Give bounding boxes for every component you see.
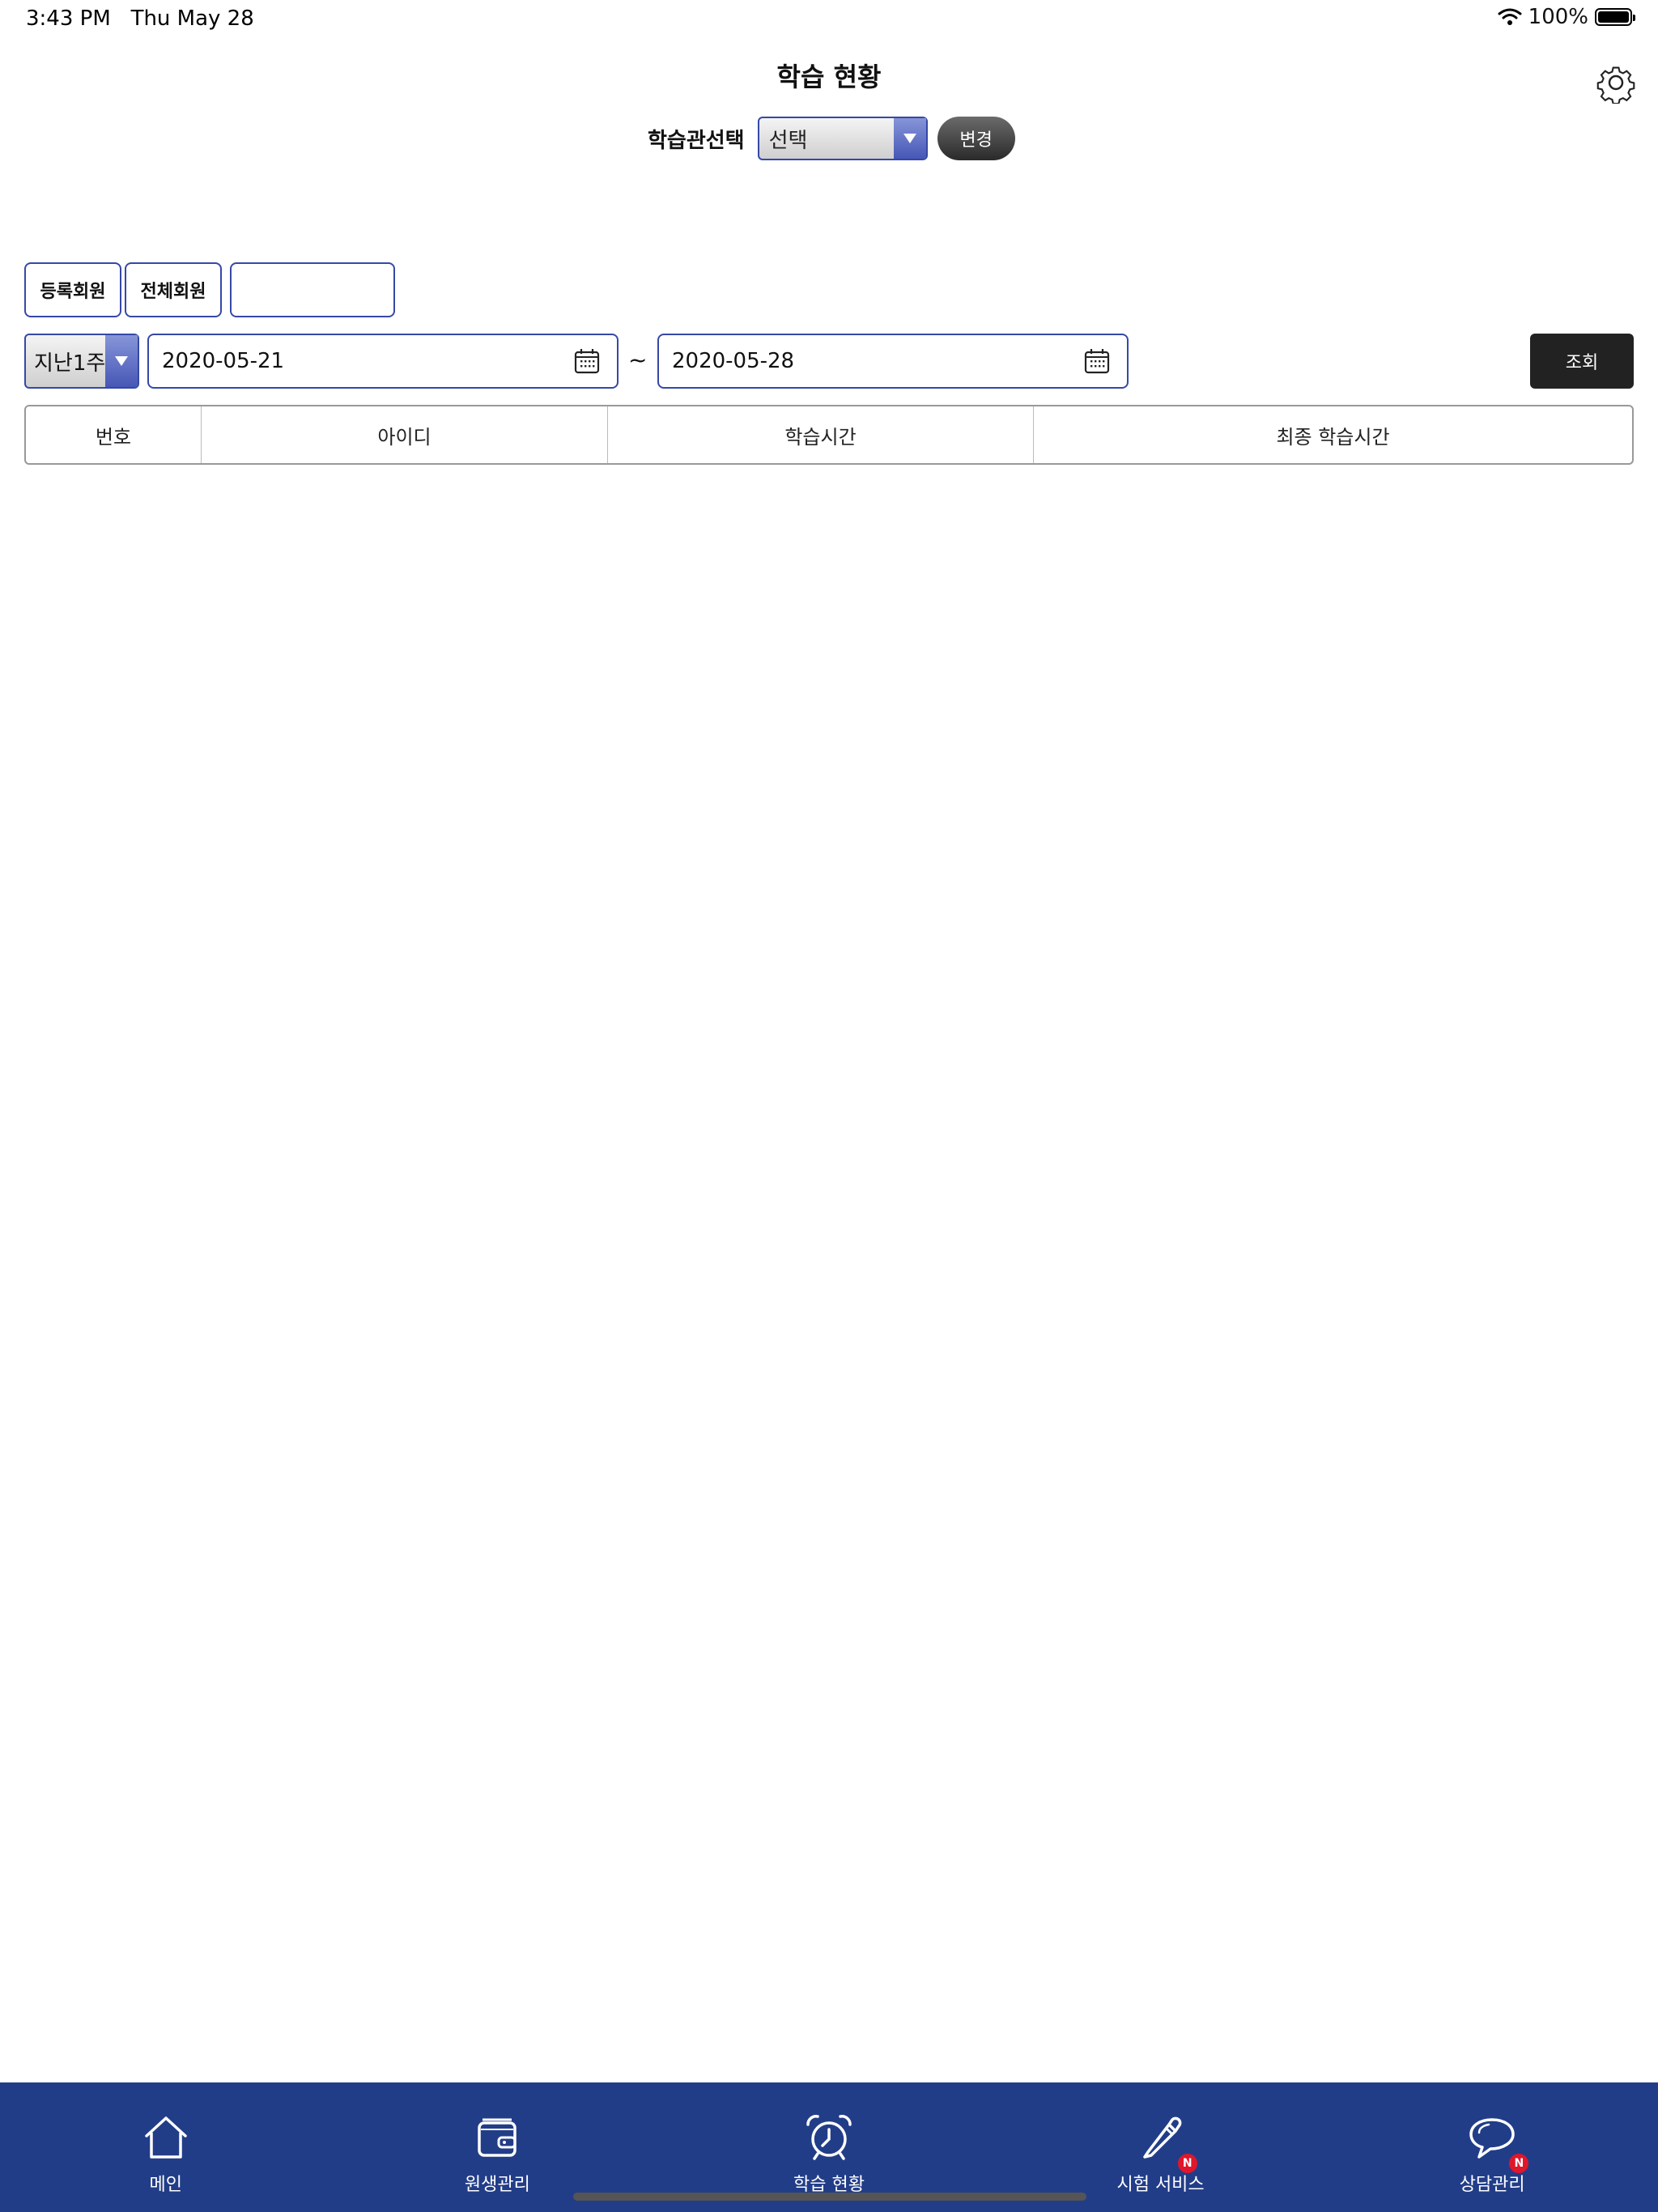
- end-date-value: 2020-05-28: [672, 349, 795, 373]
- pencil-icon: [1142, 2116, 1181, 2159]
- wallet-icon: [478, 2118, 517, 2157]
- home-icon: [145, 2116, 187, 2159]
- registered-members-button[interactable]: 등록회원: [24, 262, 121, 317]
- chevron-down-icon: [893, 118, 926, 159]
- calendar-icon[interactable]: [1083, 347, 1111, 375]
- period-select-value: 지난1주: [34, 351, 106, 376]
- tab-label: 메인: [149, 2175, 183, 2195]
- date-separator: ~: [628, 347, 648, 373]
- tab-counseling[interactable]: N 상담관리: [1326, 2082, 1658, 2212]
- home-indicator: [573, 2193, 1086, 2201]
- wifi-icon: [1498, 8, 1522, 25]
- member-search-input[interactable]: [230, 262, 395, 317]
- query-button[interactable]: 조회: [1530, 334, 1634, 389]
- branch-select-value: 선택: [768, 128, 808, 153]
- column-header-last-study-time[interactable]: 최종 학습시간: [1033, 406, 1632, 463]
- branch-label: 학습관선택: [648, 128, 745, 153]
- notification-badge: N: [1177, 2154, 1197, 2173]
- start-date-value: 2020-05-21: [162, 349, 285, 373]
- tab-label: 상담관리: [1459, 2175, 1525, 2195]
- period-select[interactable]: 지난1주: [24, 334, 139, 389]
- status-right: 100%: [1498, 5, 1635, 29]
- speech-bubble-icon: [1469, 2118, 1515, 2159]
- all-members-button[interactable]: 전체회원: [125, 262, 222, 317]
- battery-percent: 100%: [1528, 5, 1588, 29]
- chevron-down-icon: [105, 335, 138, 387]
- table-header: 번호 아이디 학습시간 최종 학습시간: [24, 405, 1634, 465]
- column-header-id[interactable]: 아이디: [201, 406, 607, 463]
- gear-icon[interactable]: [1595, 62, 1637, 104]
- battery-icon: [1595, 8, 1635, 26]
- calendar-icon[interactable]: [573, 347, 601, 375]
- status-time: 3:43 PM Thu May 28: [26, 6, 254, 31]
- notification-badge: N: [1509, 2154, 1529, 2173]
- column-header-number[interactable]: 번호: [26, 406, 201, 463]
- change-button[interactable]: 변경: [937, 117, 1015, 160]
- tab-main[interactable]: 메인: [0, 2082, 332, 2212]
- page-title: 학습 현황: [776, 62, 882, 92]
- alarm-clock-icon: [806, 2115, 852, 2160]
- start-date-field[interactable]: 2020-05-21: [147, 334, 619, 389]
- column-header-study-time[interactable]: 학습시간: [607, 406, 1033, 463]
- tab-label: 원생관리: [464, 2175, 530, 2195]
- branch-row: 학습관선택 선택 변경: [648, 117, 1015, 160]
- end-date-field[interactable]: 2020-05-28: [657, 334, 1129, 389]
- branch-select[interactable]: 선택: [757, 117, 928, 160]
- tab-label: 시험 서비스: [1116, 2175, 1205, 2195]
